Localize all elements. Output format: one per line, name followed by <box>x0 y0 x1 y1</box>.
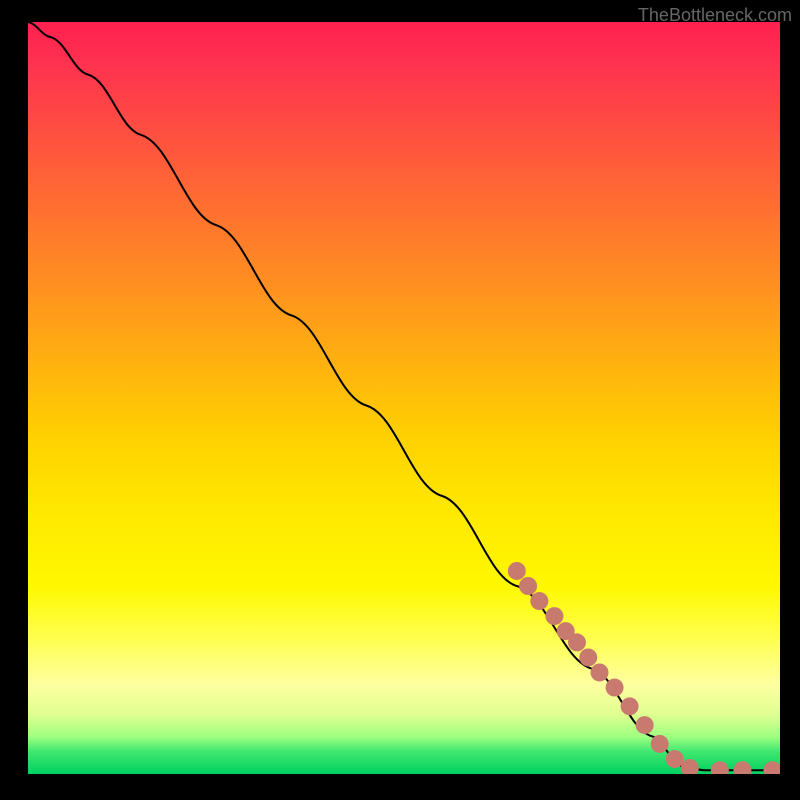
data-point <box>636 716 654 734</box>
data-point <box>666 750 684 768</box>
data-point <box>681 759 699 774</box>
data-point <box>530 592 548 610</box>
data-point <box>621 697 639 715</box>
bottleneck-curve <box>28 22 780 770</box>
data-point <box>711 761 729 774</box>
data-point <box>545 607 563 625</box>
data-point <box>579 648 597 666</box>
data-points-group <box>508 562 780 774</box>
data-point <box>568 633 586 651</box>
data-point <box>651 735 669 753</box>
chart-plot-area <box>28 22 780 774</box>
data-point <box>508 562 526 580</box>
data-point <box>763 761 780 774</box>
chart-svg <box>28 22 780 774</box>
data-point <box>519 577 537 595</box>
data-point <box>733 761 751 774</box>
data-point <box>606 679 624 697</box>
data-point <box>591 663 609 681</box>
watermark-text: TheBottleneck.com <box>638 5 792 26</box>
